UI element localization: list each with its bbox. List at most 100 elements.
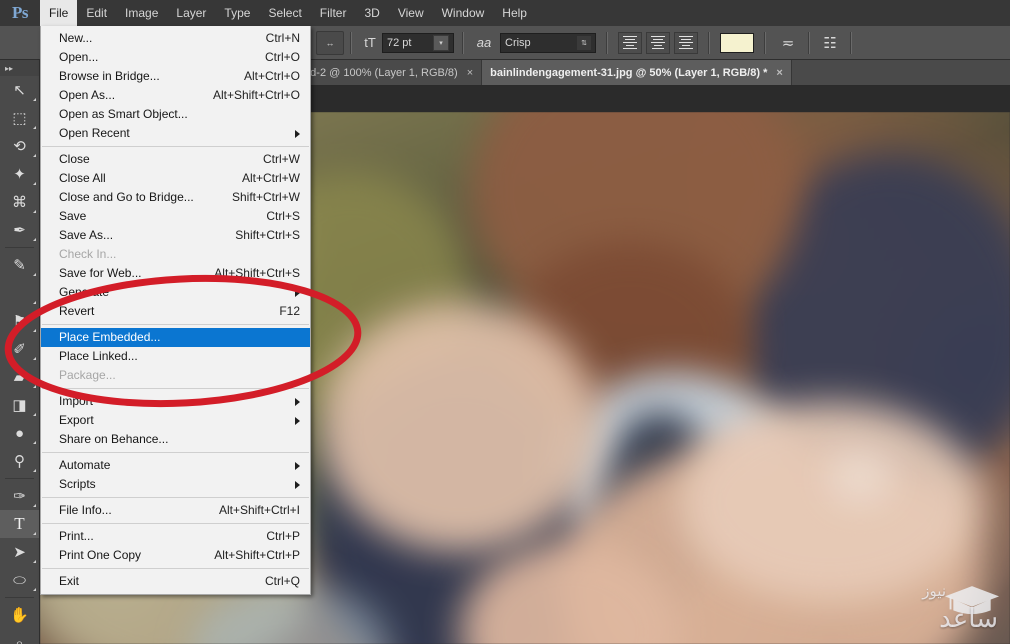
menubar-item-help[interactable]: Help — [493, 0, 536, 26]
close-icon[interactable]: × — [776, 67, 782, 79]
menu-item-exit[interactable]: Exit Ctrl+Q — [41, 572, 310, 591]
menubar-item-view[interactable]: View — [389, 0, 433, 26]
menu-item-place-embedded[interactable]: Place Embedded... — [41, 328, 310, 347]
tools-panel[interactable]: ▸▸ ↖⬚⟲✦⌘✒✎὘⚑✐▰◨●⚲✑T➤⬭✋⌕ ↶ — [0, 60, 40, 644]
menubar-item-file[interactable]: File — [40, 0, 77, 26]
blur-tool[interactable]: ● — [0, 419, 39, 447]
menu-item-file-info[interactable]: File Info... Alt+Shift+Ctrl+I — [41, 501, 310, 520]
zoom-tool[interactable]: ⌕ — [0, 629, 39, 644]
submenu-arrow-icon — [295, 289, 300, 297]
gradient-icon: ◨ — [12, 396, 26, 414]
menu-item-close-and-go-to-bridge[interactable]: Close and Go to Bridge... Shift+Ctrl+W — [41, 188, 310, 207]
ellipse-shape-tool[interactable]: ⬭ — [0, 566, 39, 594]
antialias-dropdown-icon[interactable]: ⇅ — [577, 36, 591, 50]
font-size-field[interactable]: 72 pt ▾ — [382, 33, 454, 53]
brush-tool[interactable]: ὘ — [0, 279, 39, 307]
collapse-panel-button[interactable]: ▸▸ — [0, 60, 39, 76]
menu-item-print[interactable]: Print... Ctrl+P — [41, 527, 310, 546]
menubar-item-filter[interactable]: Filter — [311, 0, 356, 26]
menubar-item-window[interactable]: Window — [433, 0, 494, 26]
menu-item-label: Print... — [59, 527, 248, 546]
menu-item-label: Import — [59, 392, 285, 411]
menubar-item-image[interactable]: Image — [116, 0, 167, 26]
menu-item-shortcut: Shift+Ctrl+W — [214, 188, 300, 207]
font-size-dropdown-icon[interactable]: ▾ — [433, 35, 449, 51]
menu-item-shortcut: Ctrl+Q — [247, 572, 300, 591]
character-panel-icon[interactable]: ☷ — [818, 32, 842, 54]
menu-item-scripts[interactable]: Scripts — [41, 475, 310, 494]
menu-item-print-one-copy[interactable]: Print One Copy Alt+Shift+Ctrl+P — [41, 546, 310, 565]
type-tool[interactable]: T — [0, 510, 39, 538]
photo-blob-hand-top — [680, 402, 980, 602]
menu-item-browse-in-bridge[interactable]: Browse in Bridge... Alt+Ctrl+O — [41, 67, 310, 86]
menu-item-open-as[interactable]: Open As... Alt+Shift+Ctrl+O — [41, 86, 310, 105]
menu-item-new[interactable]: New... Ctrl+N — [41, 29, 310, 48]
dodge-tool[interactable]: ⚲ — [0, 447, 39, 475]
font-size-icon: tT — [358, 32, 382, 54]
text-color-swatch[interactable] — [720, 33, 754, 53]
menu-item-close[interactable]: Close Ctrl+W — [41, 150, 310, 169]
menubar-item-3d[interactable]: 3D — [355, 0, 388, 26]
menu-item-save[interactable]: Save Ctrl+S — [41, 207, 310, 226]
menu-item-automate[interactable]: Automate — [41, 456, 310, 475]
tool-flyout-indicator-icon — [33, 469, 36, 472]
align-left-button[interactable] — [618, 32, 642, 54]
tabs-list: Untitled-2 @ 100% (Layer 1, RGB/8) × bainl… — [271, 60, 792, 85]
menu-bar[interactable]: Ps File Edit Image Layer Type Select Filter 3D V… — [0, 0, 1010, 26]
align-right-button[interactable] — [674, 32, 698, 54]
hand-tool[interactable]: ✋ — [0, 601, 39, 629]
menubar-item-select[interactable]: Select — [259, 0, 310, 26]
menu-item-shortcut: Ctrl+N — [248, 29, 300, 48]
antialias-field[interactable]: Crisp ⇅ — [500, 33, 596, 53]
path-selection-tool[interactable]: ➤ — [0, 538, 39, 566]
menu-item-revert[interactable]: Revert F12 — [41, 302, 310, 321]
menu-item-label: Open As... — [59, 86, 195, 105]
menu-item-save-as[interactable]: Save As... Shift+Ctrl+S — [41, 226, 310, 245]
clone-stamp-tool[interactable]: ⚑ — [0, 307, 39, 335]
menu-item-export[interactable]: Export — [41, 411, 310, 430]
options-separator-1 — [350, 32, 352, 54]
menu-item-generate[interactable]: Generate — [41, 283, 310, 302]
menu-item-label: Automate — [59, 456, 285, 475]
rectangular-marquee-tool[interactable]: ⬚ — [0, 104, 39, 132]
pen-tool[interactable]: ✑ — [0, 482, 39, 510]
menu-item-open[interactable]: Open... Ctrl+O — [41, 48, 310, 67]
menubar-item-edit[interactable]: Edit — [77, 0, 116, 26]
menu-item-save-for-web[interactable]: Save for Web... Alt+Shift+Ctrl+S — [41, 264, 310, 283]
menu-item-share-on-behance[interactable]: Share on Behance... — [41, 430, 310, 449]
menu-item-import[interactable]: Import — [41, 392, 310, 411]
menu-item-place-linked[interactable]: Place Linked... — [41, 347, 310, 366]
gradient-tool[interactable]: ◨ — [0, 391, 39, 419]
magic-wand-tool[interactable]: ✦ — [0, 160, 39, 188]
tool-flyout-indicator-icon — [33, 413, 36, 416]
move-tool[interactable]: ↖ — [0, 76, 39, 104]
warp-text-icon[interactable]: ≂ — [776, 32, 800, 54]
menu-item-close-all[interactable]: Close All Alt+Ctrl+W — [41, 169, 310, 188]
menubar-item-layer[interactable]: Layer — [167, 0, 215, 26]
align-center-button[interactable] — [646, 32, 670, 54]
options-separator-4 — [708, 32, 710, 54]
eyedropper-tool[interactable]: ✒ — [0, 216, 39, 244]
text-orientation-button[interactable]: ↔ — [316, 31, 344, 55]
spot-healing-brush-tool[interactable]: ✎ — [0, 251, 39, 279]
ellipse-shape-icon: ⬭ — [13, 572, 26, 589]
history-brush-tool[interactable]: ✐ — [0, 335, 39, 363]
menu-item-open-recent[interactable]: Open Recent — [41, 124, 310, 143]
antialias-icon: aa — [472, 32, 496, 54]
crop-tool[interactable]: ⌘ — [0, 188, 39, 216]
close-icon[interactable]: × — [467, 67, 473, 79]
menubar-item-type[interactable]: Type — [215, 0, 259, 26]
menu-item-label: Print One Copy — [59, 546, 196, 565]
menu-item-shortcut: Alt+Ctrl+W — [224, 169, 300, 188]
document-tab-title: bainlindengagement-31.jpg @ 50% (Layer 1… — [490, 67, 767, 79]
lasso-tool[interactable]: ⟲ — [0, 132, 39, 160]
menu-item-open-as-smart-object[interactable]: Open as Smart Object... — [41, 105, 310, 124]
tools-list: ↖ ⬚ ⟲ ✦ ⌘ ✒ ✎ ὘ ⚑ ✐ ▰ ◨ ● ⚲ ✑ T ➤ ⬭ ✋ ⌕ — [0, 76, 39, 644]
eraser-tool[interactable]: ▰ — [0, 363, 39, 391]
menu-separator — [42, 388, 309, 389]
font-size-value: 72 pt — [387, 37, 433, 49]
history-brush-icon: ✐ — [13, 340, 26, 358]
document-tab[interactable]: bainlindengagement-31.jpg @ 50% (Layer 1… — [482, 60, 792, 85]
menu-item-label: New... — [59, 29, 248, 48]
file-menu-dropdown[interactable]: New... Ctrl+N Open... Ctrl+O Browse in Bridg… — [40, 26, 311, 595]
